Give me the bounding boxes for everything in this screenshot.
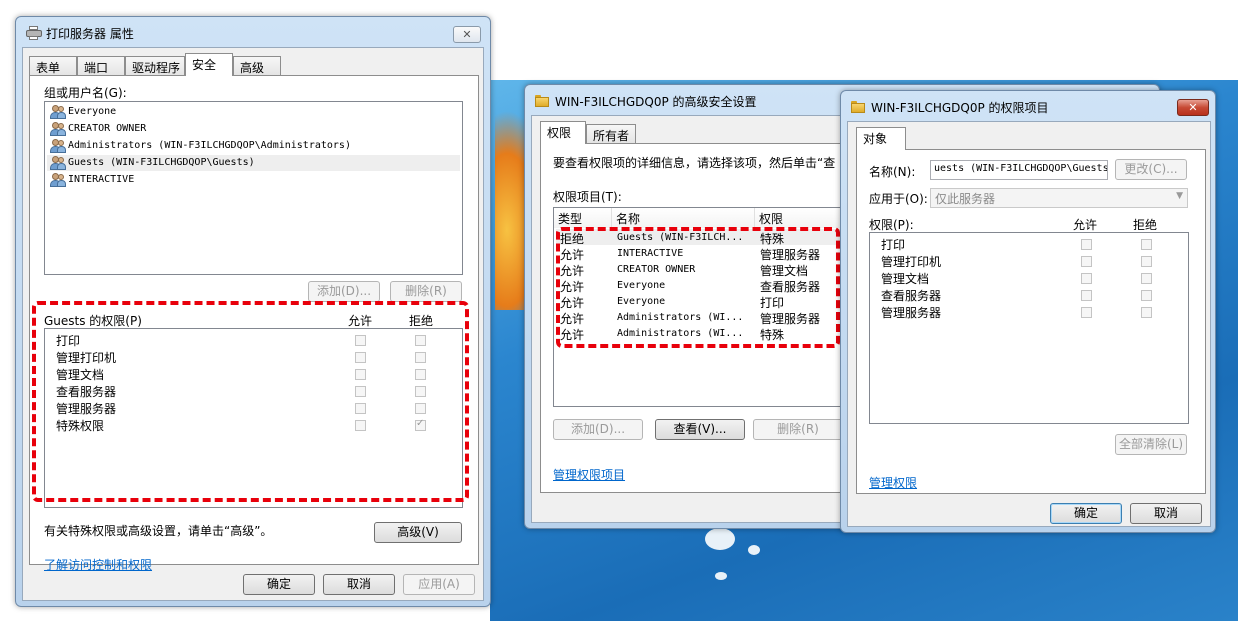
user-group-icon [50,173,66,187]
title-bar[interactable]: 打印服务器 属性 ✕ [16,17,490,47]
allow-checkbox[interactable] [1081,273,1092,284]
tab-advanced[interactable]: 高级 [233,56,281,76]
user-item[interactable]: CREATOR OWNER [68,123,146,134]
deny-checkbox[interactable] [1141,307,1152,318]
allow-column-header: 允许 [1073,218,1098,232]
folder-icon [851,101,865,113]
object-tab-panel: 名称(N): uests (WIN-F3ILCHGDQOP\Guests) 更改… [856,149,1206,494]
user-group-icon [50,139,66,153]
window-title: WIN-F3ILCHGDQ0P 的高级安全设置 [555,95,757,109]
advanced-button[interactable]: 高级(V) [374,522,462,543]
folder-icon [535,95,549,107]
remove-entry-button[interactable]: 删除(R) [753,419,843,440]
principal-name-field[interactable]: uests (WIN-F3ILCHGDQOP\Guests) [930,160,1108,180]
special-permissions-note: 有关特殊权限或高级设置，请单击“高级”。 [44,524,273,538]
change-button[interactable]: 更改(C)... [1115,159,1187,180]
ok-button[interactable]: 确定 [1050,503,1122,524]
permission-label: 管理打印机 [881,255,942,269]
apply-to-dropdown[interactable]: 仅此服务器 ▼ [930,188,1188,208]
permission-label: 管理文档 [881,272,930,286]
entries-label: 权限项目(T): [553,190,622,204]
apply-to-value: 仅此服务器 [935,192,996,206]
title-bar[interactable]: WIN-F3ILCHGDQ0P 的权限项目 ✕ [841,91,1215,121]
remove-user-button[interactable]: 删除(R) [390,281,462,302]
allow-checkbox[interactable] [1081,239,1092,250]
apply-to-label: 应用于(O): [869,192,928,206]
deny-column-header: 拒绝 [1133,218,1158,232]
deny-checkbox[interactable] [1141,273,1152,284]
permission-entry-window: WIN-F3ILCHGDQ0P 的权限项目 ✕ 对象 名称(N): uests … [840,90,1216,533]
printer-icon [26,26,42,40]
tab-forms[interactable]: 表单 [29,56,77,76]
user-item[interactable]: INTERACTIVE [68,174,134,185]
permission-label: 打印 [881,238,906,252]
tab-drivers[interactable]: 驱动程序 [125,56,185,76]
client-area: 对象 名称(N): uests (WIN-F3ILCHGDQOP\Guests)… [847,121,1211,527]
deny-checkbox[interactable] [1141,239,1152,250]
deny-checkbox[interactable] [1141,290,1152,301]
tab-permissions[interactable]: 权限 [540,121,586,144]
user-group-icon [50,122,66,136]
entry-permissions-list: 打印 管理打印机 管理文档 查看服务器 管理服务器 [869,232,1189,424]
user-group-icon [50,156,66,170]
manage-permissions-link[interactable]: 管理权限 [869,474,917,491]
allow-checkbox[interactable] [1081,290,1092,301]
user-group-icon [50,105,66,119]
desktop-wallpaper-glow [705,528,735,550]
entries-highlight-annotation [556,227,840,348]
info-text: 要查看权限项的详细信息，请选择该项，然后单击“查 [553,156,836,170]
user-list[interactable]: Everyone CREATOR OWNER Administrators (W… [44,101,463,275]
window-title: WIN-F3ILCHGDQ0P 的权限项目 [871,101,1049,115]
clear-all-button[interactable]: 全部清除(L) [1115,434,1187,455]
tab-security[interactable]: 安全 [185,53,233,76]
tab-object[interactable]: 对象 [856,127,906,150]
desktop-wallpaper-glow [748,545,760,555]
permissions-highlight-annotation [32,301,469,502]
permission-label: 管理服务器 [881,306,942,320]
permissions-label: 权限(P): [869,218,914,232]
add-entry-button[interactable]: 添加(D)... [553,419,643,440]
close-button[interactable]: ✕ [453,26,481,43]
deny-checkbox[interactable] [1141,256,1152,267]
ok-button[interactable]: 确定 [243,574,315,595]
tab-owner[interactable]: 所有者 [586,124,636,144]
column-type[interactable]: 类型 [554,208,612,228]
tab-ports[interactable]: 端口 [77,56,125,76]
view-entry-button[interactable]: 查看(V)... [655,419,745,440]
chevron-down-icon: ▼ [1176,191,1183,201]
add-user-button[interactable]: 添加(D)... [308,281,380,302]
apply-button[interactable]: 应用(A) [403,574,475,595]
learn-access-control-link[interactable]: 了解访问控制和权限 [44,556,152,573]
name-label: 名称(N): [869,165,916,179]
user-item[interactable]: Administrators (WIN-F3ILCHGDQOP\Administ… [68,140,351,151]
column-name[interactable]: 名称 [612,208,755,228]
window-title: 打印服务器 属性 [46,27,134,41]
user-item[interactable]: Everyone [68,106,116,117]
manage-entries-link[interactable]: 管理权限项目 [553,466,625,483]
desktop-wallpaper-glow [715,572,727,580]
allow-checkbox[interactable] [1081,256,1092,267]
close-button[interactable]: ✕ [1177,99,1209,116]
user-item-selected[interactable]: Guests (WIN-F3ILCHGDQOP\Guests) [68,157,255,168]
permission-label: 查看服务器 [881,289,942,303]
group-or-user-label: 组或用户名(G): [44,86,127,100]
cancel-button[interactable]: 取消 [1130,503,1202,524]
cancel-button[interactable]: 取消 [323,574,395,595]
allow-checkbox[interactable] [1081,307,1092,318]
